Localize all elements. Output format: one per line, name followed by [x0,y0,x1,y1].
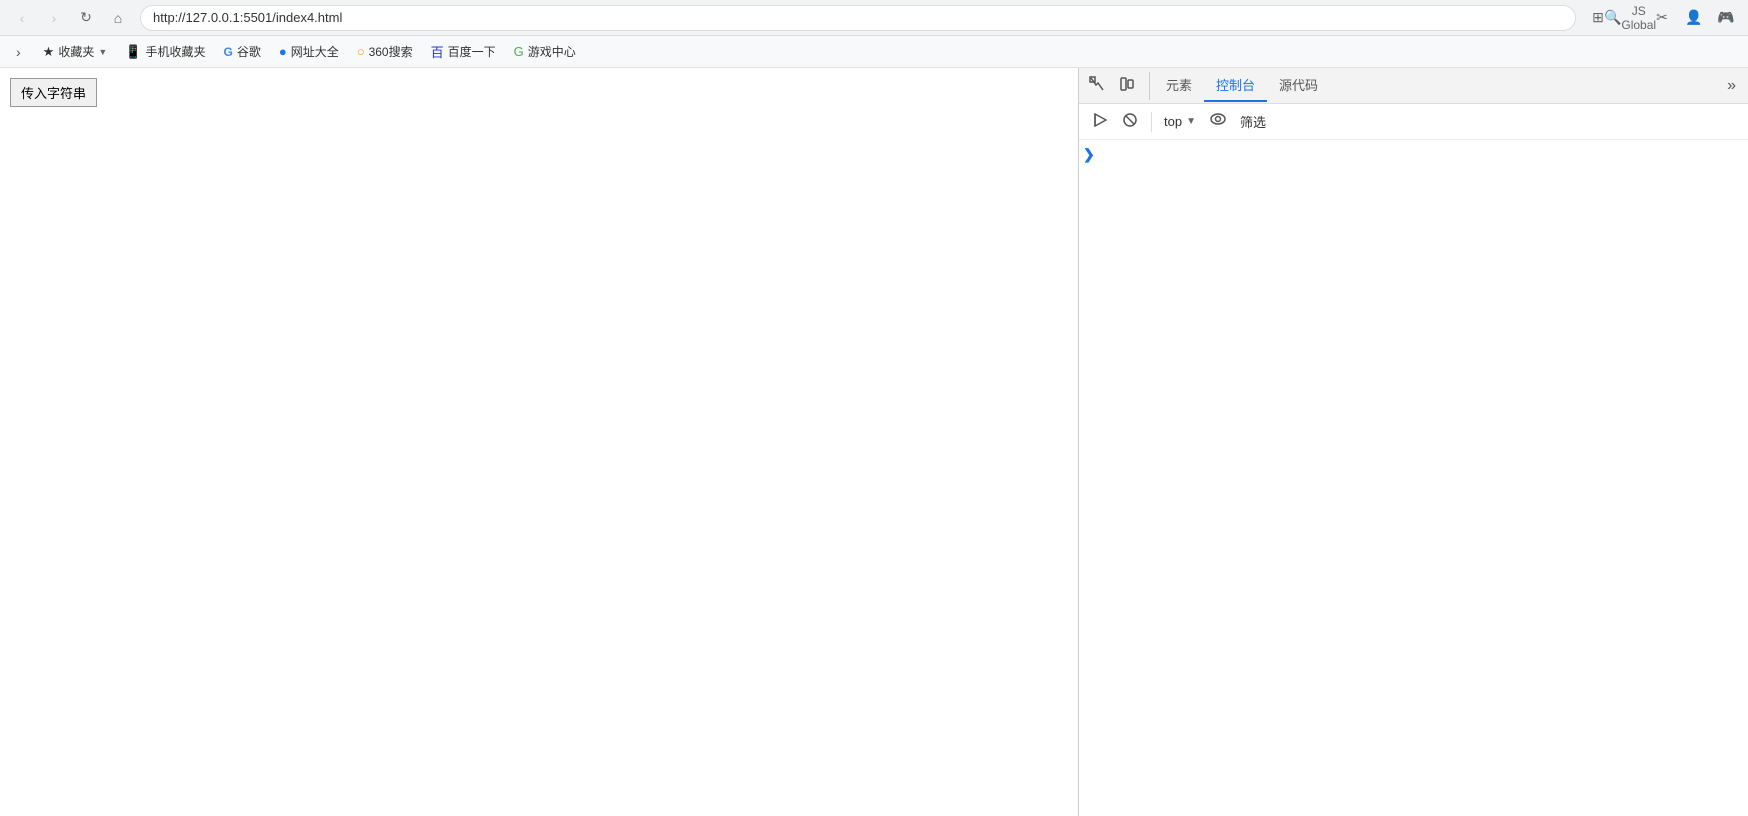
tab-sources-label: 源代码 [1279,78,1318,93]
toolbar-separator [1151,112,1152,132]
favorites-icon: ★ [43,44,55,60]
bookmark-baidu[interactable]: 百 百度一下 [423,39,504,64]
mobile-icon: 📱 [125,44,141,60]
games-icon: G [514,44,524,59]
run-script-button[interactable] [1087,109,1113,135]
bookmark-360[interactable]: ○ 360搜索 [349,40,421,63]
pass-string-button[interactable]: 传入字符串 [10,78,97,107]
bookmarks-bar: › ★ 收藏夹 ▼ 📱 手机收藏夹 G 谷歌 ● 网址大全 ○ 360搜索 百 … [0,36,1748,68]
search-global-button[interactable]: 🔍 JS Global [1616,4,1644,32]
tab-console-label: 控制台 [1216,78,1255,93]
extensions-icon: ⊞ [1592,9,1604,26]
run-icon [1093,113,1107,130]
tab-elements[interactable]: 元素 [1154,69,1204,102]
context-value: top [1164,114,1182,129]
eye-icon [1210,111,1226,132]
game-button[interactable]: 🎮 [1712,4,1740,32]
more-tabs-button[interactable]: » [1719,73,1744,99]
more-tabs-icon: » [1727,77,1736,95]
filter-label: 筛选 [1240,112,1266,131]
address-bar[interactable] [140,5,1576,31]
home-icon: ⌂ [114,10,122,26]
sidebar-toggle-button[interactable]: › [8,40,29,64]
forward-button[interactable]: › [40,4,68,32]
profile-button[interactable]: 👤 [1680,4,1708,32]
tab-console[interactable]: 控制台 [1204,69,1267,102]
inspect-icon [1089,76,1105,96]
context-selector[interactable]: top ▼ [1160,112,1200,131]
favorites-arrow: ▼ [98,47,107,57]
cut-button[interactable]: ✂ [1648,4,1676,32]
360-label: 360搜索 [369,43,413,60]
favorites-label: 收藏夹 [58,43,94,60]
360-icon: ○ [357,44,365,59]
bookmark-favorites[interactable]: ★ 收藏夹 ▼ [35,40,116,63]
search-global-icon: 🔍 [1604,9,1621,26]
inspect-element-button[interactable] [1083,72,1111,100]
eye-button[interactable] [1204,108,1232,136]
chevron-right-icon: ❯ [1083,146,1095,163]
reload-button[interactable]: ↻ [72,4,100,32]
bookmark-mobile[interactable]: 📱 手机收藏夹 [117,40,213,63]
devtools-tab-bar: 元素 控制台 源代码 » [1079,68,1748,104]
console-prompt[interactable]: ❯ [1079,144,1748,165]
context-arrow-icon: ▼ [1186,116,1196,127]
devtools-panel: 元素 控制台 源代码 » [1078,68,1748,816]
back-button[interactable]: ‹ [8,4,36,32]
browser-toolbar: ‹ › ↻ ⌂ ⊞ 🔍 JS Global ✂ 👤 🎮 [0,0,1748,36]
home-button[interactable]: ⌂ [104,4,132,32]
bookmark-games[interactable]: G 游戏中心 [506,40,584,63]
hao123-icon: ● [279,44,287,59]
console-toolbar: top ▼ 筛选 [1079,104,1748,140]
forward-icon: › [52,10,57,26]
baidu-label: 百度一下 [448,43,496,60]
block-button[interactable] [1117,109,1143,135]
baidu-icon: 百 [431,42,444,61]
pass-string-label: 传入字符串 [21,86,86,101]
bookmark-google[interactable]: G 谷歌 [215,40,268,63]
device-toggle-button[interactable] [1113,72,1141,100]
google-icon: G [223,45,232,59]
devtools-icon-group [1083,72,1150,100]
google-label: 谷歌 [237,43,261,60]
page-content: 传入字符串 [0,68,1078,816]
games-label: 游戏中心 [528,43,576,60]
block-icon [1123,113,1137,130]
back-icon: ‹ [20,10,25,26]
mobile-label: 手机收藏夹 [145,43,205,60]
tab-sources[interactable]: 源代码 [1267,69,1330,102]
reload-icon: ↻ [80,9,92,26]
hao123-label: 网址大全 [291,43,339,60]
console-content: ❯ [1079,140,1748,816]
cut-icon: ✂ [1656,9,1668,26]
bookmark-hao123[interactable]: ● 网址大全 [271,40,347,63]
game-icon: 🎮 [1717,9,1734,26]
sidebar-toggle-icon: › [16,44,21,60]
main-area: 传入字符串 [0,68,1748,816]
tab-elements-label: 元素 [1166,78,1192,93]
profile-icon: 👤 [1685,9,1702,26]
browser-actions: ⊞ 🔍 JS Global ✂ 👤 🎮 [1584,4,1740,32]
device-icon [1119,76,1135,96]
